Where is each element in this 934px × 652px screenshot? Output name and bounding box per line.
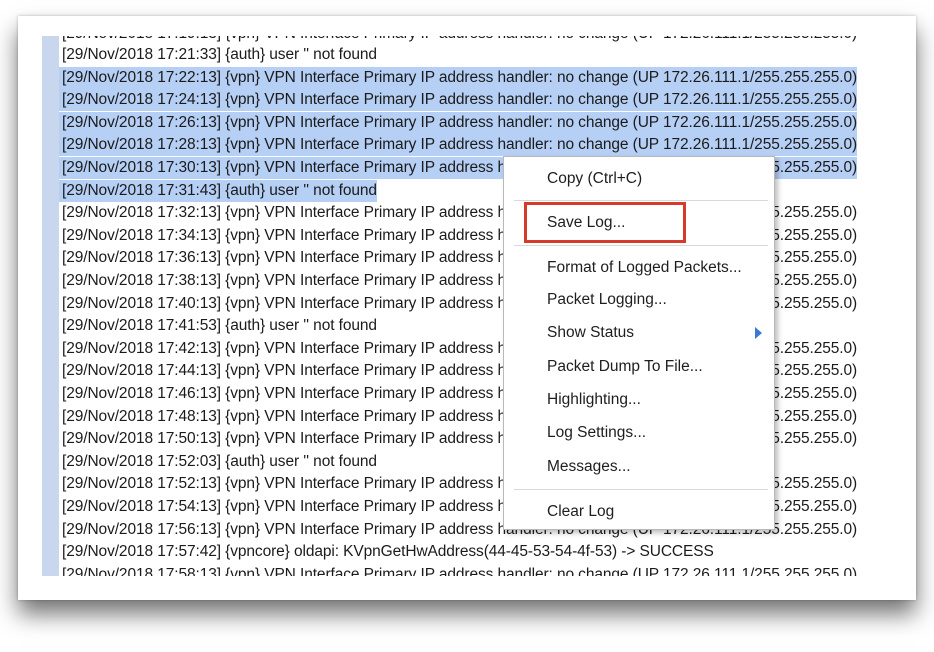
save-log-highlight [524, 202, 686, 243]
menu-separator [514, 200, 768, 201]
log-line[interactable]: [29/Nov/2018 17:41:53] {auth} user '' no… [59, 315, 377, 337]
menu-item-highlighting[interactable]: Highlighting... [504, 385, 774, 415]
log-line[interactable]: [29/Nov/2018 17:21:33] {auth} user '' no… [59, 44, 377, 66]
menu-item-format-of-logged-packets[interactable]: Format of Logged Packets... [504, 253, 774, 283]
log-line[interactable]: [29/Nov/2018 17:28:13] {vpn} VPN Interfa… [59, 134, 857, 157]
submenu-arrow-icon [755, 327, 762, 339]
log-line[interactable]: [29/Nov/2018 17:24:13] {vpn} VPN Interfa… [59, 89, 857, 112]
menu-item-packet-logging[interactable]: Packet Logging... [504, 285, 774, 315]
log-line[interactable]: [29/Nov/2018 17:22:13] {vpn} VPN Interfa… [59, 66, 857, 89]
menu-separator [514, 489, 768, 490]
menu-item-copy[interactable]: Copy (Ctrl+C) [504, 164, 774, 194]
menu-separator [514, 245, 768, 246]
log-line[interactable]: [29/Nov/2018 17:26:13] {vpn} VPN Interfa… [59, 111, 857, 134]
log-line[interactable]: [29/Nov/2018 17:58:13] {vpn} VPN Interfa… [59, 564, 857, 576]
log-line[interactable]: [29/Nov/2018 17:52:03] {auth} user '' no… [59, 451, 377, 473]
log-gutter [42, 36, 59, 576]
menu-item-show-status-label: Show Status [547, 324, 635, 341]
log-line[interactable]: [29/Nov/2018 17:31:43] {auth} user '' no… [59, 179, 377, 202]
menu-item-clear-log[interactable]: Clear Log [504, 497, 774, 527]
menu-item-messages[interactable]: Messages... [504, 452, 774, 482]
menu-item-packet-dump[interactable]: Packet Dump To File... [504, 352, 774, 382]
log-line[interactable]: [29/Nov/2018 17:57:42] {vpncore} oldapi:… [59, 541, 714, 563]
menu-item-show-status[interactable]: Show Status [504, 318, 774, 348]
menu-item-log-settings[interactable]: Log Settings... [504, 418, 774, 448]
